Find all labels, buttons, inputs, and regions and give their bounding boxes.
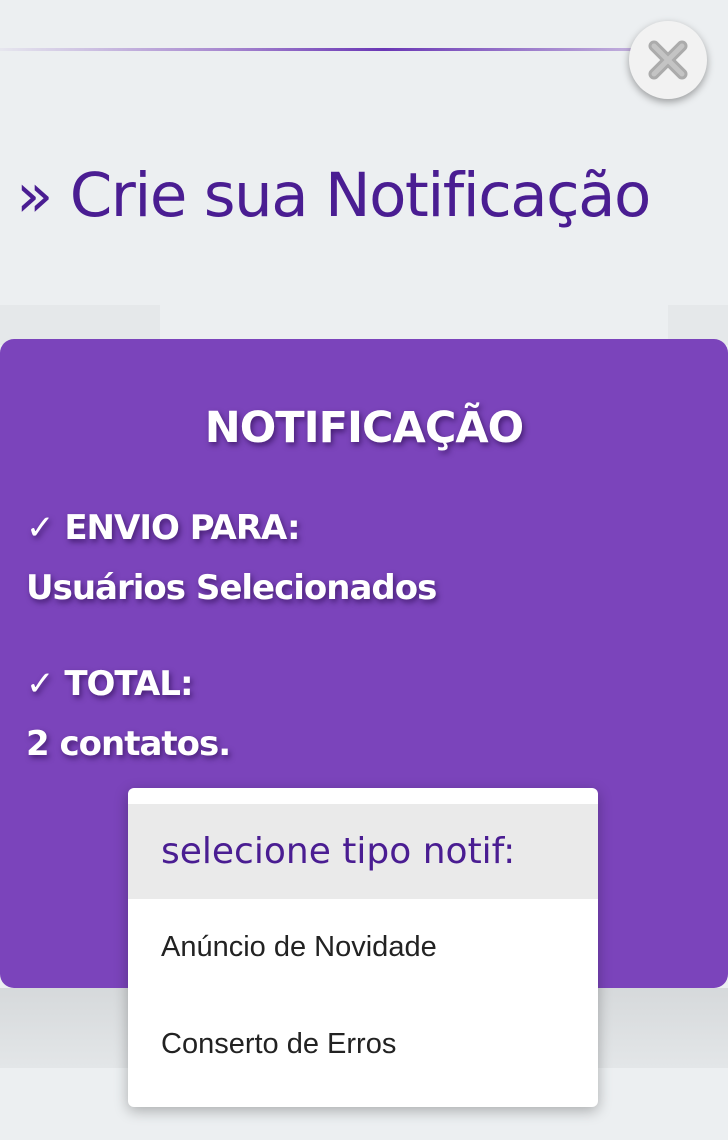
dropdown-placeholder-option[interactable]: selecione tipo notif: xyxy=(128,804,598,899)
card-title: NOTIFICAÇÃO xyxy=(204,403,524,453)
send-to-label: ✓ ENVIO PARA: xyxy=(26,508,301,548)
dropdown-option-conserto[interactable]: Conserto de Erros xyxy=(128,996,598,1092)
total-label: ✓ TOTAL: xyxy=(26,664,194,704)
total-value: 2 contatos. xyxy=(26,724,231,764)
close-button[interactable] xyxy=(629,21,707,99)
dropdown-option-anuncio[interactable]: Anúncio de Novidade xyxy=(128,899,598,995)
top-divider-line xyxy=(0,48,640,51)
notification-type-dropdown[interactable]: selecione tipo notif: Anúncio de Novidad… xyxy=(128,788,598,1107)
close-x-icon xyxy=(648,40,688,80)
send-to-value: Usuários Selecionados xyxy=(26,568,437,608)
page-title: » Crie sua Notificação xyxy=(16,160,651,231)
